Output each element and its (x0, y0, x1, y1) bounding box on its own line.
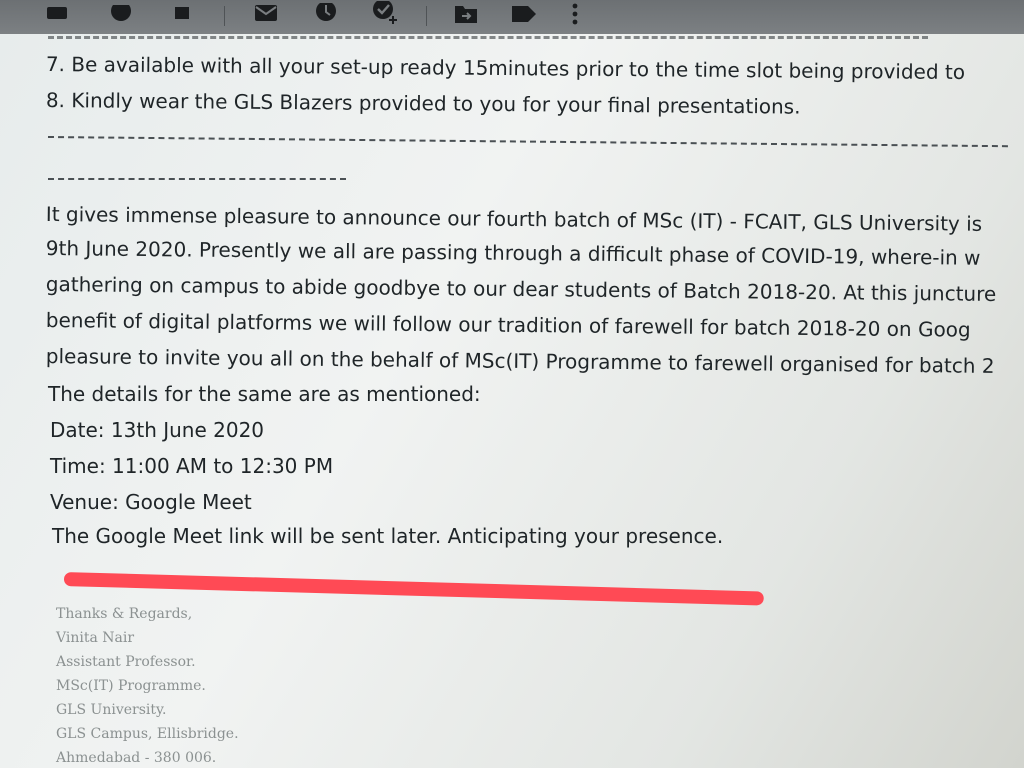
announcement-line-2: 9th June 2020. Presently we all are pass… (45, 236, 981, 270)
report-spam-icon[interactable] (108, 2, 134, 26)
archive-icon[interactable] (44, 2, 70, 26)
announcement-line-5: pleasure to invite you all on the behalf… (45, 344, 995, 378)
signature-title: Assistant Professor. (56, 654, 196, 670)
announcement-line-1: It gives immense pleasure to announce ou… (45, 202, 983, 236)
toolbar-divider (224, 6, 225, 26)
signature-programme: MSc(IT) Programme. (56, 678, 206, 694)
red-highlight-stroke (63, 572, 764, 606)
signature-campus: GLS Campus, Ellisbridge. (56, 726, 239, 742)
snooze-icon[interactable] (312, 2, 340, 26)
signature-name: Vinita Nair (56, 630, 135, 646)
email-body: 7. Be available with all your set-up rea… (0, 34, 1024, 768)
move-to-icon[interactable] (452, 2, 480, 26)
event-time: Time: 11:00 AM to 12:30 PM (50, 454, 334, 478)
cutoff-text-line (48, 36, 928, 39)
details-intro: The details for the same are as mentione… (48, 382, 481, 406)
signature-city: Ahmedabad - 380 006. (56, 750, 217, 766)
dashed-separator-short (48, 178, 346, 180)
event-venue: Venue: Google Meet (50, 490, 252, 514)
instruction-item-7: 7. Be available with all your set-up rea… (45, 52, 966, 85)
more-options-icon[interactable] (566, 2, 584, 26)
meet-link-note: The Google Meet link will be sent later.… (52, 524, 724, 548)
instruction-item-8: 8. Kindly wear the GLS Blazers provided … (45, 88, 801, 119)
toolbar-divider (426, 6, 427, 26)
email-toolbar (0, 0, 1024, 34)
add-task-icon[interactable] (370, 1, 400, 26)
dashed-separator (47, 136, 1008, 148)
mail-icon[interactable] (252, 2, 280, 26)
delete-icon[interactable] (170, 2, 194, 26)
announcement-line-3: gathering on campus to abide goodbye to … (45, 272, 997, 306)
signature-closing: Thanks & Regards, (56, 606, 193, 622)
announcement-line-4: benefit of digital platforms we will fol… (45, 308, 971, 342)
signature-university: GLS University. (56, 702, 167, 718)
event-date: Date: 13th June 2020 (50, 418, 265, 442)
label-icon[interactable] (510, 2, 538, 26)
